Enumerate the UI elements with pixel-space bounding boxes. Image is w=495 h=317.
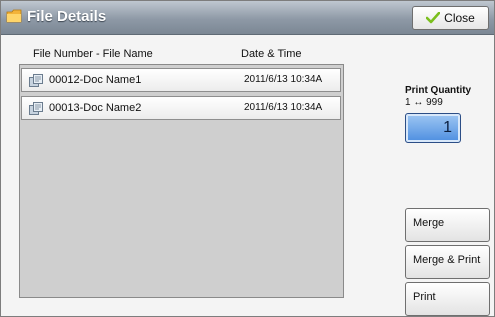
close-button[interactable]: Close: [412, 6, 489, 30]
print-button[interactable]: Print: [405, 282, 490, 316]
merge-and-print-button-label: Merge & Print: [413, 254, 481, 266]
merge-and-print-button[interactable]: Merge & Print: [405, 245, 490, 279]
print-quantity-label: Print Quantity: [405, 85, 472, 96]
file-name: 00012-Doc Name1: [49, 74, 142, 86]
column-header-datetime: Date & Time: [241, 48, 302, 60]
page-title: File Details: [27, 8, 107, 25]
file-name: 00013-Doc Name2: [49, 102, 142, 114]
title-bar: File Details Close: [1, 1, 494, 35]
print-quantity-range: 1 ↔ 999: [405, 97, 443, 108]
merge-button[interactable]: Merge: [405, 208, 490, 242]
print-quantity-value: 1: [443, 119, 452, 136]
list-item[interactable]: 00012-Doc Name1 2011/6/13 10:34A: [21, 68, 341, 92]
print-quantity-field[interactable]: 1: [405, 113, 461, 143]
file-list[interactable]: 00012-Doc Name1 2011/6/13 10:34A 00013-D…: [19, 64, 344, 298]
close-button-label: Close: [444, 11, 475, 25]
file-datetime: 2011/6/13 10:34A: [244, 102, 323, 113]
list-item[interactable]: 00013-Doc Name2 2011/6/13 10:34A: [21, 96, 341, 120]
folder-icon: [6, 9, 22, 23]
check-icon: [426, 12, 441, 24]
file-datetime: 2011/6/13 10:34A: [244, 74, 323, 85]
print-button-label: Print: [413, 291, 436, 303]
file-details-dialog: File Details Close File Number - File Na…: [0, 0, 495, 317]
merge-button-label: Merge: [413, 217, 445, 229]
document-icon: [29, 102, 43, 115]
document-icon: [29, 74, 43, 87]
column-header-file: File Number - File Name: [33, 48, 153, 60]
